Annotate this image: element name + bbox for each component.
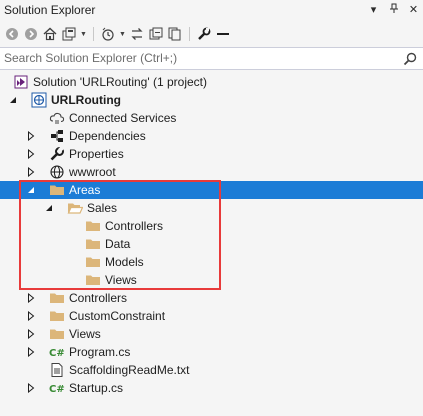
tree-item-label: ScaffoldingReadMe.txt	[69, 363, 190, 377]
collapsed-arrow-icon[interactable]	[26, 293, 36, 303]
tree-item-label: Controllers	[69, 291, 128, 305]
tree-item-label: Data	[105, 237, 131, 251]
tree-item-label: Properties	[69, 147, 124, 161]
tree-item-program-cs[interactable]: C# Program.cs	[0, 343, 423, 361]
tree-item-project[interactable]: URLRouting	[0, 91, 423, 109]
folder-icon	[49, 290, 65, 306]
folder-icon	[49, 326, 65, 342]
chevron-down-icon[interactable]: ▼	[80, 26, 87, 42]
web-project-icon	[31, 92, 47, 108]
folder-icon	[85, 254, 101, 270]
tree-item-wwwroot[interactable]: wwwroot	[0, 163, 423, 181]
sync-icon[interactable]	[129, 26, 145, 42]
search-icon[interactable]	[403, 52, 417, 66]
tree-item-sales[interactable]: Sales	[0, 199, 423, 217]
tree-item-label: Solution 'URLRouting' (1 project)	[33, 75, 207, 89]
preview-icon[interactable]	[215, 26, 231, 42]
folder-icon	[49, 182, 65, 198]
toolbar-separator	[189, 27, 190, 41]
tree-item-label: Startup.cs	[69, 381, 124, 395]
collapsed-arrow-icon[interactable]	[26, 167, 36, 177]
properties-icon[interactable]	[196, 26, 212, 42]
collapsed-arrow-icon[interactable]	[26, 311, 36, 321]
collapsed-arrow-icon[interactable]	[26, 383, 36, 393]
title-bar: Solution Explorer ▾ ✕	[0, 0, 423, 22]
home-icon[interactable]	[42, 26, 58, 42]
tree-item-label: Program.cs	[69, 345, 131, 359]
tree-item-label: Sales	[87, 201, 118, 215]
csharp-file-icon: C#	[49, 344, 65, 360]
folder-icon	[85, 272, 101, 288]
search-input[interactable]	[4, 51, 384, 65]
collapsed-arrow-icon[interactable]	[26, 347, 36, 357]
tree-item-properties[interactable]: Properties	[0, 145, 423, 163]
dependencies-icon	[49, 128, 65, 144]
close-icon[interactable]: ✕	[408, 3, 419, 16]
tree-item-label: Views	[105, 273, 137, 287]
tree-item-label: Connected Services	[69, 111, 177, 125]
tree-item-startup-cs[interactable]: C# Startup.cs	[0, 379, 423, 397]
folder-icon	[85, 236, 101, 252]
tree-item-label: wwwroot	[69, 165, 116, 179]
tree-item-controllers[interactable]: Controllers	[0, 289, 423, 307]
collapse-all-icon[interactable]	[148, 26, 164, 42]
tree-item-label: Models	[105, 255, 144, 269]
tree-item-customconstraint[interactable]: CustomConstraint	[0, 307, 423, 325]
toolbar-separator	[93, 27, 94, 41]
solution-tree: Solution 'URLRouting' (1 project) URLRou…	[0, 73, 423, 397]
collapsed-arrow-icon[interactable]	[26, 329, 36, 339]
csharp-file-icon: C#	[49, 380, 65, 396]
tree-item-label: CustomConstraint	[69, 309, 166, 323]
expanded-arrow-icon[interactable]	[44, 203, 54, 213]
tree-item-label: Dependencies	[69, 129, 146, 143]
collapsed-arrow-icon[interactable]	[26, 149, 36, 159]
expanded-arrow-icon[interactable]	[26, 185, 36, 195]
tree-item-label: Controllers	[105, 219, 164, 233]
folder-open-icon	[67, 200, 83, 216]
tree-item-label: Areas	[69, 183, 101, 197]
tree-item-views[interactable]: Views	[0, 325, 423, 343]
tree-item-areas[interactable]: Areas	[0, 181, 423, 199]
tree-item-sales-models[interactable]: Models	[0, 253, 423, 271]
tree-item-label: URLRouting	[51, 93, 121, 107]
tree-item-connected-services[interactable]: Connected Services	[0, 109, 423, 127]
window-controls: ▾ ✕	[368, 3, 419, 16]
tree-item-sales-views[interactable]: Views	[0, 271, 423, 289]
tree-item-dependencies[interactable]: Dependencies	[0, 127, 423, 145]
tree-item-sales-controllers[interactable]: Controllers	[0, 217, 423, 235]
pin-icon[interactable]	[388, 3, 399, 16]
svg-text:C#: C#	[49, 348, 65, 359]
globe-icon	[49, 164, 65, 180]
chevron-down-icon[interactable]: ▾	[368, 3, 379, 16]
svg-text:C#: C#	[49, 384, 65, 395]
tree-item-solution[interactable]: Solution 'URLRouting' (1 project)	[0, 73, 423, 91]
solution-icon	[13, 74, 29, 90]
forward-icon[interactable]	[23, 26, 39, 42]
back-icon[interactable]	[4, 26, 20, 42]
window-title: Solution Explorer	[4, 3, 96, 17]
wrench-icon	[49, 146, 65, 162]
show-all-files-icon[interactable]	[167, 26, 183, 42]
folder-icon	[49, 308, 65, 324]
connected-services-icon	[49, 110, 65, 126]
tree-item-label: Views	[69, 327, 101, 341]
tree-item-scaffolding-readme[interactable]: ScaffoldingReadMe.txt	[0, 361, 423, 379]
toolbar: ▼ ▼	[0, 22, 423, 46]
folder-icon	[85, 218, 101, 234]
pending-changes-icon[interactable]	[100, 26, 116, 42]
text-file-icon	[49, 362, 65, 378]
chevron-down-icon[interactable]: ▼	[119, 26, 126, 42]
collapsed-arrow-icon[interactable]	[26, 131, 36, 141]
solution-explorer-window: Solution Explorer ▾ ✕ ▼ ▼ Search Solutio…	[0, 0, 423, 416]
tree-item-sales-data[interactable]: Data	[0, 235, 423, 253]
expanded-arrow-icon[interactable]	[8, 95, 18, 105]
switch-views-icon[interactable]	[61, 26, 77, 42]
search-box[interactable]	[0, 47, 423, 70]
